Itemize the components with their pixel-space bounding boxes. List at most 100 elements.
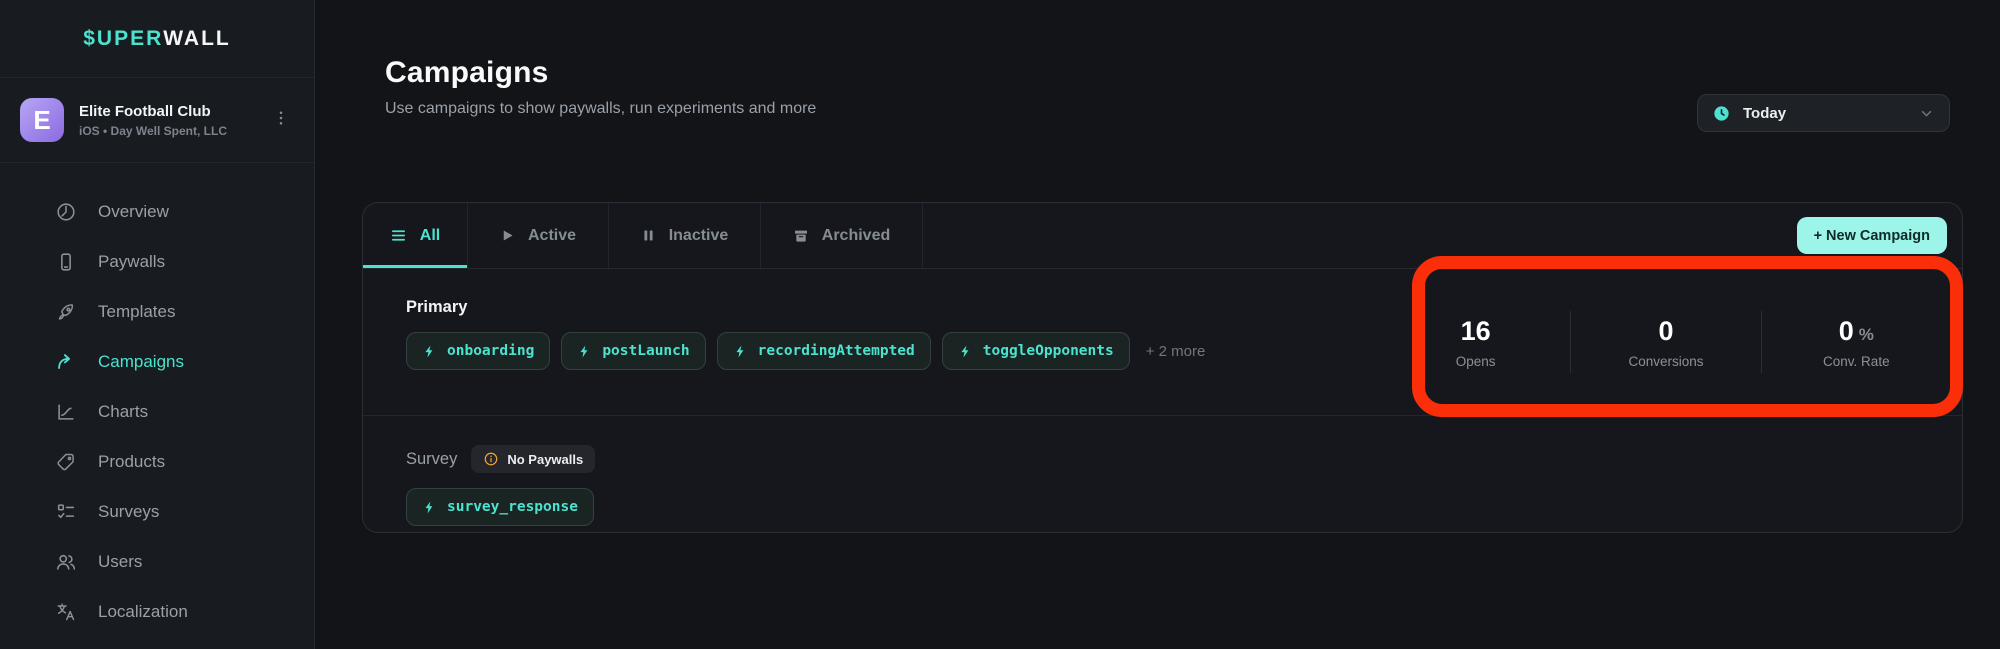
- page-header-text: Campaigns Use campaigns to show paywalls…: [385, 56, 816, 118]
- kebab-icon: [272, 109, 290, 127]
- app-window: $UPERWALL E Elite Football Club iOS • Da…: [0, 0, 2000, 649]
- tab-label: Active: [528, 227, 576, 245]
- pause-icon: [641, 228, 656, 243]
- no-paywalls-badge: No Paywalls: [471, 445, 595, 473]
- sidebar-item-label: Charts: [98, 402, 148, 422]
- campaign-name: Primary: [406, 298, 467, 317]
- tab-inactive[interactable]: Inactive: [609, 203, 761, 268]
- workspace-name: Elite Football Club: [79, 103, 227, 120]
- surveys-icon: [55, 501, 77, 523]
- logo-rest-text: WALL: [163, 27, 230, 51]
- sidebar-item-overview[interactable]: Overview: [0, 187, 314, 237]
- trigger-pill-row: survey_response: [406, 488, 1962, 526]
- more-triggers-label[interactable]: + 2 more: [1146, 343, 1206, 360]
- sidebar-item-label: Localization: [98, 602, 188, 622]
- lightning-icon: [733, 344, 748, 359]
- date-range-value: Today: [1743, 105, 1906, 122]
- stat-conversions: 0 Conversions: [1571, 269, 1760, 415]
- trigger-pill[interactable]: recordingAttempted: [717, 332, 931, 370]
- sidebar-item-paywalls[interactable]: Paywalls: [0, 237, 314, 287]
- chevron-down-icon: [1918, 105, 1935, 122]
- workspace-avatar: E: [20, 98, 64, 142]
- charts-icon: [55, 401, 77, 423]
- stat-conv-rate: 0% Conv. Rate: [1762, 269, 1951, 415]
- stat-value: 16: [1461, 316, 1491, 347]
- lightning-icon: [958, 344, 973, 359]
- workspace-text: Elite Football Club iOS • Day Well Spent…: [79, 103, 227, 138]
- workspace-menu-button[interactable]: [268, 105, 294, 136]
- sidebar-item-templates[interactable]: Templates: [0, 287, 314, 337]
- sidebar: $UPERWALL E Elite Football Club iOS • Da…: [0, 0, 315, 649]
- date-range-select[interactable]: Today: [1697, 94, 1950, 132]
- archive-icon: [793, 228, 809, 244]
- trigger-pill-label: toggleOpponents: [983, 343, 1114, 359]
- campaign-title-line: Survey No Paywalls: [406, 416, 1962, 473]
- lightning-icon: [577, 344, 592, 359]
- workspace-meta: iOS • Day Well Spent, LLC: [79, 124, 227, 138]
- trigger-pill-label: survey_response: [447, 499, 578, 515]
- stat-suffix: %: [1859, 325, 1874, 345]
- users-icon: [55, 551, 77, 573]
- trigger-pill-label: onboarding: [447, 343, 534, 359]
- campaign-row-primary[interactable]: Primary onboarding postLaunch recordingA…: [363, 269, 1962, 416]
- stat-label: Conv. Rate: [1823, 354, 1890, 369]
- stat-label: Conversions: [1628, 354, 1703, 369]
- campaign-tabs: All Active Inactive: [363, 203, 1962, 269]
- products-icon: [55, 451, 77, 473]
- sidebar-item-label: Templates: [98, 302, 175, 322]
- campaigns-panel: All Active Inactive: [362, 202, 1963, 533]
- superwall-logo: $UPERWALL: [0, 0, 314, 78]
- list-icon: [390, 227, 407, 244]
- trigger-pill[interactable]: postLaunch: [561, 332, 705, 370]
- sidebar-item-label: Overview: [98, 202, 169, 222]
- workspace-switcher[interactable]: E Elite Football Club iOS • Day Well Spe…: [0, 78, 314, 163]
- trigger-pill-label: recordingAttempted: [758, 343, 915, 359]
- localization-icon: [55, 601, 77, 623]
- logo-accent-text: $UPER: [83, 27, 163, 51]
- tab-all[interactable]: All: [363, 203, 468, 268]
- stat-value: 0: [1658, 316, 1673, 347]
- sidebar-item-products[interactable]: Products: [0, 437, 314, 487]
- trigger-pill[interactable]: onboarding: [406, 332, 550, 370]
- sidebar-item-charts[interactable]: Charts: [0, 387, 314, 437]
- page-subtitle: Use campaigns to show paywalls, run expe…: [385, 100, 816, 118]
- trigger-pill[interactable]: toggleOpponents: [942, 332, 1130, 370]
- stat-label: Opens: [1456, 354, 1496, 369]
- sidebar-item-label: Surveys: [98, 502, 159, 522]
- sidebar-item-label: Users: [98, 552, 142, 572]
- stat-value: 0%: [1839, 316, 1874, 347]
- sidebar-item-surveys[interactable]: Surveys: [0, 487, 314, 537]
- sidebar-item-label: Paywalls: [98, 252, 165, 272]
- page-header: Campaigns Use campaigns to show paywalls…: [315, 0, 2000, 132]
- sidebar-item-label: Campaigns: [98, 352, 184, 372]
- sidebar-item-campaigns[interactable]: Campaigns: [0, 337, 314, 387]
- lightning-icon: [422, 344, 437, 359]
- play-icon: [500, 228, 515, 243]
- trigger-pill-label: postLaunch: [602, 343, 689, 359]
- clock-icon: [1712, 104, 1731, 123]
- overview-icon: [55, 201, 77, 223]
- tab-label: Inactive: [669, 227, 729, 245]
- campaign-row-survey[interactable]: Survey No Paywalls survey_response: [363, 416, 1962, 533]
- templates-icon: [55, 301, 77, 323]
- paywalls-icon: [55, 251, 77, 273]
- campaign-name: Survey: [406, 450, 457, 469]
- campaign-stats: 16 Opens 0 Conversions 0% Conv. Rate: [1381, 269, 1951, 415]
- stat-opens: 16 Opens: [1381, 269, 1570, 415]
- campaigns-icon: [55, 351, 77, 373]
- tab-active[interactable]: Active: [468, 203, 609, 268]
- tab-label: Archived: [822, 227, 890, 245]
- sidebar-item-label: Products: [98, 452, 165, 472]
- tab-archived[interactable]: Archived: [761, 203, 923, 268]
- info-icon: [483, 451, 499, 467]
- lightning-icon: [422, 500, 437, 515]
- tab-label: All: [420, 227, 440, 245]
- trigger-pill[interactable]: survey_response: [406, 488, 594, 526]
- page-title: Campaigns: [385, 56, 816, 90]
- main-content: Campaigns Use campaigns to show paywalls…: [315, 0, 2000, 649]
- badge-label: No Paywalls: [507, 452, 583, 467]
- sidebar-item-localization[interactable]: Localization: [0, 587, 314, 637]
- sidebar-item-users[interactable]: Users: [0, 537, 314, 587]
- new-campaign-button[interactable]: + New Campaign: [1797, 217, 1947, 254]
- sidebar-nav: Overview Paywalls Templates: [0, 163, 314, 637]
